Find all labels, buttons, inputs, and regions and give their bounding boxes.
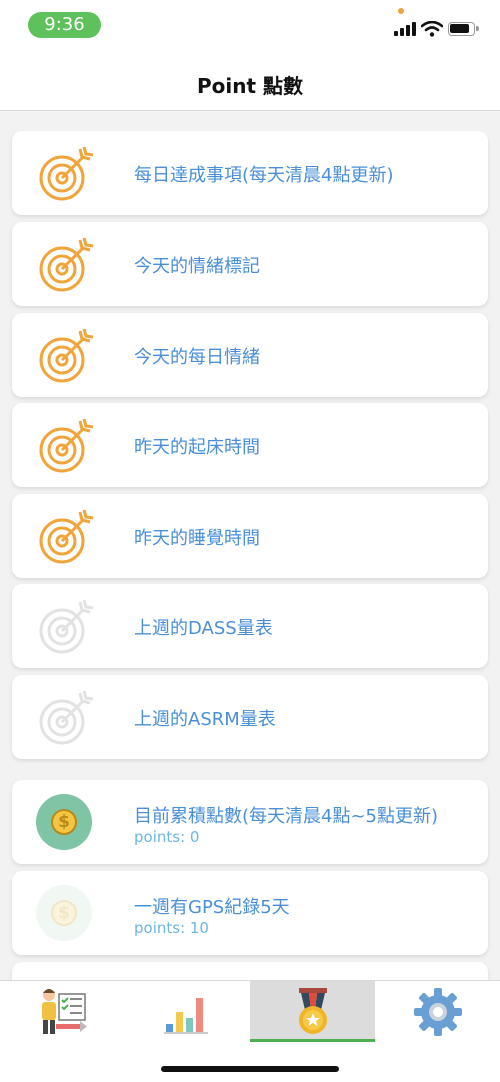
- task-card[interactable]: 今天的每日情緒: [12, 313, 488, 397]
- status-time[interactable]: 9:36: [28, 12, 101, 38]
- points-tab[interactable]: [250, 981, 375, 1042]
- task-card[interactable]: 每日達成事項(每天清晨4點更新): [12, 131, 488, 215]
- target-icon: [39, 146, 94, 201]
- medal-icon: [299, 988, 327, 1034]
- reward-card[interactable]: $ 一週有GPS紀錄5天 points: 10: [12, 871, 488, 955]
- reward-card[interactable]: $ 目前累積點數(每天清晨4點~5點更新) points: 0: [12, 780, 488, 864]
- task-label: 今天的情緒標記: [134, 256, 260, 277]
- battery-icon: [448, 22, 479, 36]
- target-icon: [39, 418, 94, 473]
- task-label: 昨天的睡覺時間: [134, 528, 260, 549]
- chart-tab[interactable]: [125, 981, 250, 1042]
- task-label: 上週的DASS量表: [134, 618, 273, 639]
- nav-bar: Point 點數: [0, 50, 500, 111]
- target-icon: [39, 328, 94, 383]
- task-card[interactable]: 今天的情緒標記: [12, 222, 488, 306]
- target-icon: [39, 599, 94, 654]
- wifi-icon: [421, 21, 443, 37]
- reward-label: 一週有GPS紀錄5天: [134, 897, 290, 918]
- task-card[interactable]: 上週的DASS量表: [12, 584, 488, 668]
- settings-tab[interactable]: [375, 981, 500, 1042]
- reward-points: points: 0: [134, 828, 200, 846]
- person-checklist-icon: [42, 989, 87, 1034]
- task-card[interactable]: 上週的ASRM量表: [12, 675, 488, 759]
- coin-icon: $: [36, 794, 92, 850]
- cellular-signal-icon: [394, 22, 416, 36]
- tasks-tab[interactable]: [0, 981, 125, 1042]
- task-label: 昨天的起床時間: [134, 437, 260, 458]
- target-icon: [39, 237, 94, 292]
- task-label: 今天的每日情緒: [134, 347, 260, 368]
- privacy-indicator-dot: [398, 8, 404, 14]
- home-indicator[interactable]: [161, 1066, 339, 1072]
- reward-label: 目前累積點數(每天清晨4點~5點更新): [134, 806, 439, 827]
- points-list[interactable]: 每日達成事項(每天清晨4點更新) 今天的情緒標記 今天的每日情緒 昨天的起床時間…: [0, 111, 500, 980]
- task-card[interactable]: 昨天的睡覺時間: [12, 494, 488, 578]
- page-title: Point 點數: [196, 74, 303, 98]
- reward-points: points: 10: [134, 919, 209, 937]
- coin-icon: $: [36, 885, 92, 941]
- gear-icon: [414, 988, 462, 1036]
- bar-chart-icon: [164, 998, 208, 1034]
- tab-bar: [0, 980, 500, 1082]
- target-icon: [39, 690, 94, 745]
- task-card[interactable]: 昨天的起床時間: [12, 403, 488, 487]
- reward-card[interactable]: [12, 962, 488, 980]
- status-bar: 9:36: [0, 0, 500, 50]
- task-label: 每日達成事項(每天清晨4點更新): [134, 165, 394, 186]
- task-label: 上週的ASRM量表: [134, 709, 276, 730]
- target-icon: [39, 509, 94, 564]
